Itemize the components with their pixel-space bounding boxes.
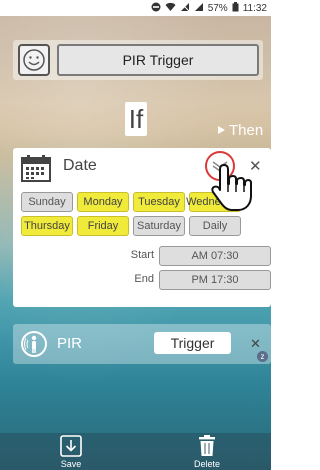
- close-icon[interactable]: ✕: [250, 336, 261, 352]
- motion-sensor-person-icon: [21, 331, 47, 357]
- zigbee-badge: z: [257, 351, 268, 362]
- signal-strength-icon: [194, 2, 204, 15]
- day-monday[interactable]: Monday: [77, 192, 129, 212]
- clock-time: 11:32: [242, 2, 267, 14]
- smiley-face-icon[interactable]: [18, 44, 50, 76]
- start-label: Start: [130, 249, 154, 261]
- if-label: If: [125, 102, 147, 136]
- pointing-hand-icon: [208, 162, 254, 214]
- save-button[interactable]: Save: [60, 435, 82, 469]
- do-not-disturb-icon: [151, 2, 161, 15]
- delete-label: Delete: [194, 459, 221, 469]
- day-saturday[interactable]: Saturday: [133, 216, 185, 236]
- day-tuesday[interactable]: Tuesday: [133, 192, 185, 212]
- day-sunday[interactable]: Sunday: [21, 192, 73, 212]
- trigger-value[interactable]: Trigger: [154, 332, 231, 354]
- day-thursday[interactable]: Thursday: [21, 216, 73, 236]
- then-link[interactable]: Then: [218, 122, 263, 139]
- pir-trigger-card: PIR Trigger ✕ z: [13, 324, 271, 364]
- start-time-row: Start AM 07:30: [13, 246, 271, 266]
- then-label: Then: [229, 122, 264, 139]
- wifi-icon: [165, 2, 176, 15]
- end-time-row: End PM 17:30: [13, 270, 271, 290]
- pir-label: PIR: [57, 335, 83, 352]
- save-download-icon: [60, 435, 82, 457]
- status-bar: 57% 11:32: [0, 0, 271, 16]
- save-label: Save: [60, 459, 82, 469]
- end-time-field[interactable]: PM 17:30: [159, 270, 271, 290]
- date-label: Date: [63, 157, 97, 174]
- calendar-icon: [21, 154, 51, 182]
- rule-title[interactable]: PIR Trigger: [57, 44, 259, 76]
- play-triangle-icon: [218, 125, 225, 136]
- end-label: End: [134, 273, 154, 285]
- battery-percent: 57%: [207, 2, 228, 14]
- start-time-field[interactable]: AM 07:30: [159, 246, 271, 266]
- day-friday[interactable]: Friday: [77, 216, 129, 236]
- no-signal-icon: [180, 2, 190, 15]
- trash-icon: [199, 435, 215, 456]
- battery-icon: [232, 1, 239, 15]
- bottom-action-bar: Save Delete: [0, 433, 271, 470]
- rule-header: PIR Trigger: [13, 40, 263, 80]
- day-daily[interactable]: Daily: [189, 216, 241, 236]
- delete-button[interactable]: Delete: [194, 435, 220, 469]
